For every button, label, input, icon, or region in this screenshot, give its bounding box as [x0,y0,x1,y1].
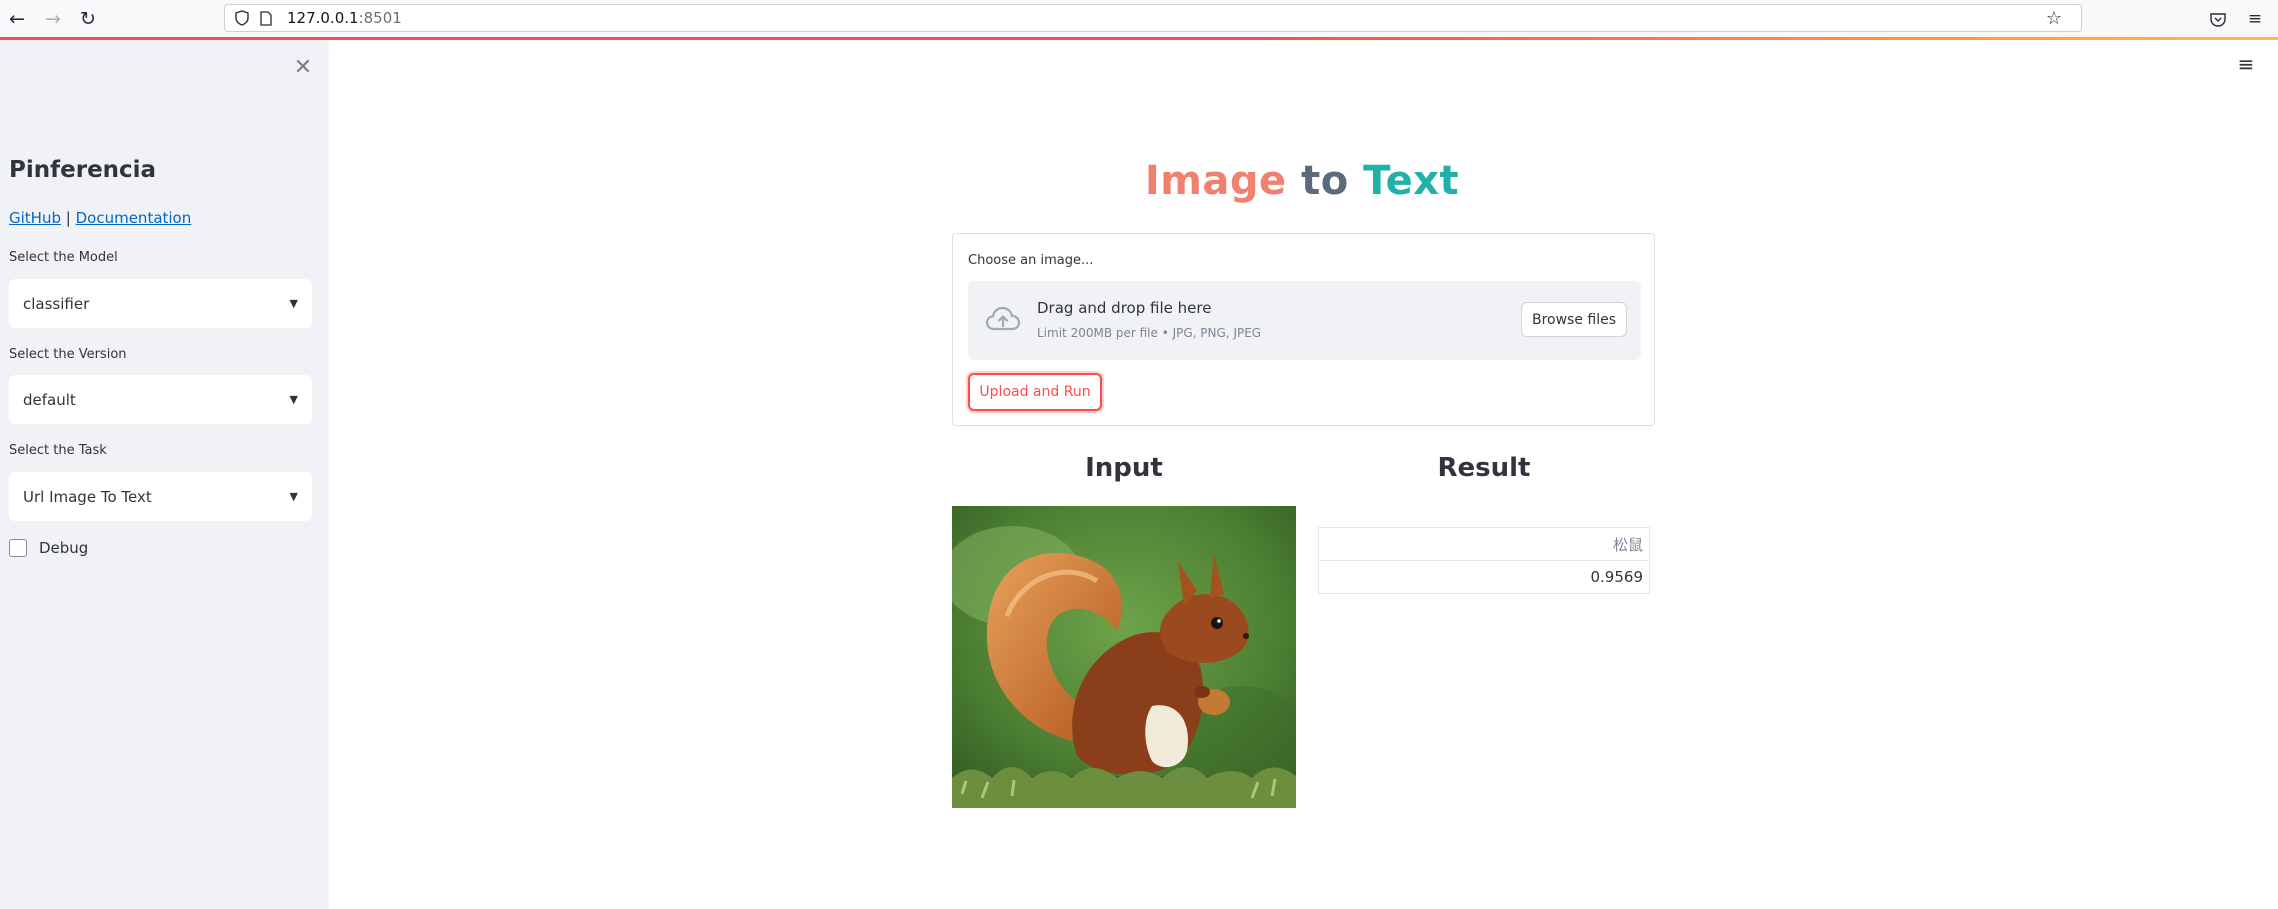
model-select[interactable]: classifier ▼ [9,279,312,328]
file-dropzone[interactable]: Drag and drop file here Limit 200MB per … [968,281,1641,360]
page-title: Image to Text [952,158,1652,204]
version-select[interactable]: default ▼ [9,375,312,424]
cloud-upload-icon [985,306,1021,331]
title-word-to: to [1301,158,1349,204]
debug-label: Debug [39,539,89,557]
chevron-down-icon: ▼ [289,297,298,310]
debug-checkbox[interactable] [9,539,27,557]
dropzone-instructions: Drag and drop file here [1037,299,1212,317]
model-select-value: classifier [23,294,90,313]
app-menu-icon[interactable]: ≡ [2232,51,2260,77]
version-select-label: Select the Version [9,347,127,362]
documentation-link[interactable]: Documentation [76,209,192,227]
forward-icon[interactable]: → [40,6,66,32]
task-select-value: Url Image To Text [23,487,152,506]
sidebar-title: Pinferencia [9,157,157,183]
bookmark-star-icon[interactable]: ☆ [2043,8,2065,29]
upload-form: Choose an image... Drag and drop file he… [952,233,1655,426]
header-decoration-bar [0,37,2278,40]
chevron-down-icon: ▼ [289,393,298,406]
table-header-row: 松鼠 [1318,527,1650,561]
sidebar-links: GitHub | Documentation [9,209,191,227]
browser-menu-icon[interactable]: ≡ [2242,6,2268,32]
reload-icon[interactable]: ↻ [75,6,101,32]
task-select-label: Select the Task [9,443,107,458]
close-sidebar-icon[interactable]: ✕ [290,54,316,80]
address-bar[interactable]: 127.0.0.1:8501 ☆ [224,4,2082,32]
input-heading: Input [1085,453,1163,483]
browse-files-button[interactable]: Browse files [1521,302,1627,337]
link-separator: | [65,209,71,227]
url-text[interactable]: 127.0.0.1:8501 [287,9,402,28]
page-icon[interactable] [257,9,275,27]
table-row: 0.9569 [1318,560,1650,594]
github-link[interactable]: GitHub [9,209,61,227]
version-select-value: default [23,390,76,409]
task-select[interactable]: Url Image To Text ▼ [9,472,312,521]
sidebar: ✕ Pinferencia GitHub | Documentation Sel… [0,40,329,909]
table-cell: 0.9569 [1318,560,1650,594]
uploader-label: Choose an image... [968,253,1094,268]
title-word-image: Image [1144,158,1287,204]
chevron-down-icon: ▼ [289,490,298,503]
back-icon[interactable]: ← [4,6,30,32]
input-image-squirrel [952,506,1296,808]
debug-checkbox-row[interactable]: Debug [9,539,88,557]
model-select-label: Select the Model [9,250,118,265]
title-word-text: Text [1363,158,1460,204]
shield-icon[interactable] [233,9,251,27]
table-header-cell: 松鼠 [1318,527,1650,561]
pocket-icon[interactable] [2205,6,2231,32]
result-heading: Result [1437,453,1531,483]
dropzone-limit: Limit 200MB per file • JPG, PNG, JPEG [1037,326,1262,340]
result-table: 松鼠 0.9569 [1318,527,1650,594]
browser-toolbar: ← → ↻ 127.0.0.1:8501 ☆ ≡ [0,0,2278,38]
upload-and-run-button[interactable]: Upload and Run [968,373,1102,411]
